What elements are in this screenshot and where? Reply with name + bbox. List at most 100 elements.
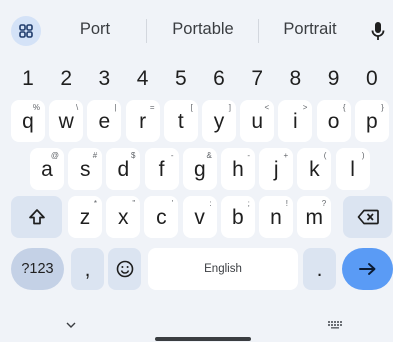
key-i-hint: > (302, 103, 308, 112)
key-x[interactable]: x " (106, 196, 141, 238)
key-h[interactable]: h- (221, 148, 255, 190)
comma-key-label: , (84, 257, 91, 281)
space-key-label: English (204, 263, 242, 275)
shift-key[interactable] (11, 196, 62, 238)
key-8-label: 8 (289, 66, 302, 90)
emoji-key[interactable] (108, 248, 141, 290)
suggestion-divider (146, 19, 147, 43)
key-o[interactable]: o{ (316, 100, 351, 142)
key-9-label: 9 (327, 66, 340, 90)
key-b[interactable]: b; (220, 196, 255, 238)
suggestion-port[interactable]: Port (62, 20, 128, 39)
key-z[interactable]: z * (68, 196, 102, 238)
key-e[interactable]: e | (87, 100, 122, 142)
key-w[interactable]: w \ (49, 100, 84, 142)
key-f[interactable]: f- (144, 148, 179, 190)
key-c[interactable]: c ' (144, 196, 179, 238)
apps-grid-button[interactable] (11, 16, 41, 46)
period-key[interactable]: . (303, 248, 336, 290)
key-4-label: 4 (136, 66, 149, 90)
key-m[interactable]: m? (297, 196, 332, 238)
key-j-label: j (273, 157, 279, 181)
key-1-label: 1 (22, 66, 34, 90)
key-p-hint: } (381, 103, 384, 112)
key-g-hint: & (206, 151, 212, 160)
chevron-down-icon[interactable] (66, 322, 76, 329)
key-s-label: s (79, 157, 91, 181)
microphone-button[interactable] (364, 16, 392, 46)
symbols-key[interactable]: ?123 (11, 248, 64, 290)
key-7[interactable]: 7 (240, 64, 274, 92)
key-v[interactable]: v: (182, 196, 217, 238)
key-g-label: g (193, 157, 206, 181)
key-w-label: w (58, 109, 74, 133)
symbols-key-label: ?123 (21, 261, 54, 277)
key-1[interactable]: 1 (11, 64, 45, 92)
key-h-label: h (232, 157, 244, 181)
key-t[interactable]: t[ (163, 100, 198, 142)
key-f-label: f (158, 157, 165, 181)
keyboard-switch-icon[interactable] (328, 321, 342, 329)
key-c-label: c (156, 205, 167, 229)
key-s-hint: # (92, 151, 98, 160)
key-p[interactable]: p} (354, 100, 389, 142)
emoji-icon (116, 260, 133, 278)
key-r-label: r (139, 109, 147, 133)
key-5[interactable]: 5 (164, 64, 198, 92)
arrow-right-icon (358, 263, 375, 275)
navigation-bar (0, 316, 393, 342)
backspace-icon (357, 209, 379, 225)
key-6[interactable]: 6 (202, 64, 236, 92)
key-u-hint: < (264, 103, 270, 112)
key-6-label: 6 (213, 66, 225, 90)
key-r[interactable]: r = (125, 100, 160, 142)
key-4[interactable]: 4 (126, 64, 160, 92)
key-u-label: u (251, 109, 264, 133)
key-k[interactable]: k( (297, 148, 332, 190)
period-key-label: . (316, 257, 323, 281)
space-key[interactable]: English (148, 248, 298, 290)
key-u[interactable]: u < (240, 100, 275, 142)
comma-key[interactable]: , (71, 248, 104, 290)
key-t-hint: [ (190, 103, 193, 112)
home-handle[interactable] (155, 337, 251, 341)
key-o-label: o (327, 109, 340, 133)
microphone-icon (371, 22, 385, 40)
key-l-hint: ) (361, 151, 365, 160)
key-3-label: 3 (98, 66, 111, 90)
key-z-label: z (79, 205, 91, 229)
key-v-hint: : (209, 199, 212, 208)
key-t-label: t (177, 109, 184, 133)
key-e-label: e (98, 109, 111, 133)
key-o-hint: { (342, 103, 346, 112)
key-i-label: i (293, 109, 298, 133)
key-m-label: m (305, 205, 323, 229)
key-l[interactable]: l) (335, 148, 370, 190)
key-c-hint: ' (171, 199, 174, 208)
key-y[interactable]: y] (202, 100, 236, 142)
key-y-label: y (213, 109, 225, 133)
key-8[interactable]: 8 (278, 64, 312, 92)
key-3[interactable]: 3 (87, 64, 121, 92)
key-q-hint: % (32, 103, 40, 112)
enter-key[interactable] (342, 248, 393, 290)
key-0[interactable]: 0 (355, 64, 389, 92)
key-a[interactable]: a @ (30, 148, 64, 190)
key-p-label: p (365, 109, 378, 133)
key-2[interactable]: 2 (49, 64, 83, 92)
backspace-key[interactable] (343, 196, 392, 238)
key-i[interactable]: i > (278, 100, 313, 142)
key-q[interactable]: q% (11, 100, 45, 142)
key-n[interactable]: n! (259, 196, 293, 238)
key-j[interactable]: j + (259, 148, 294, 190)
suggestion-bar: Port Portable Portrait (0, 0, 393, 58)
key-d[interactable]: d $ (106, 148, 141, 190)
suggestion-portrait[interactable]: Portrait (270, 20, 350, 39)
key-j-hint: + (283, 151, 289, 160)
key-x-hint: " (132, 199, 136, 208)
key-b-hint: ; (247, 199, 250, 208)
suggestion-portable[interactable]: Portable (158, 20, 248, 39)
key-g[interactable]: g & (182, 148, 217, 190)
key-9[interactable]: 9 (317, 64, 351, 92)
key-s[interactable]: s # (68, 148, 103, 190)
